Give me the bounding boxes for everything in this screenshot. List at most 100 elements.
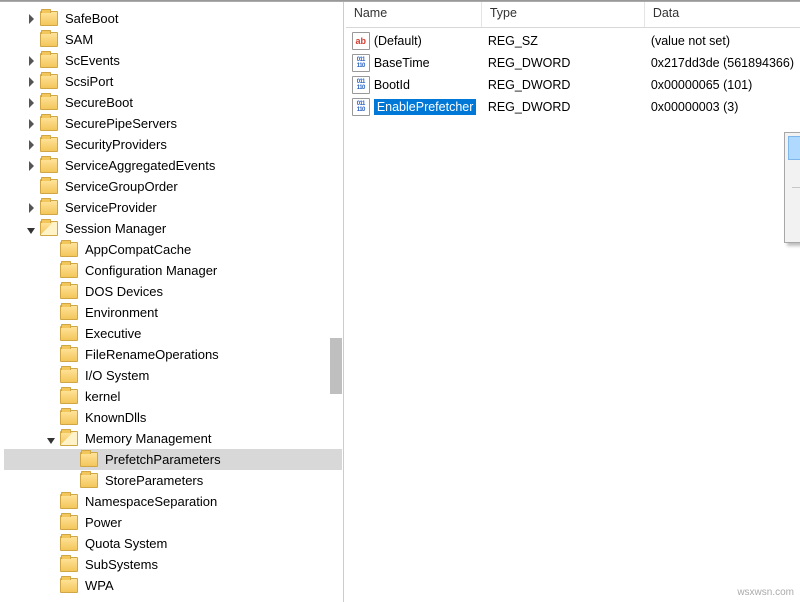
- context-menu: Modify... Modify Binary Data... Delete R…: [784, 132, 800, 243]
- tree-node[interactable]: WPA: [4, 575, 342, 596]
- folder-icon: [80, 452, 98, 467]
- value-name: (Default): [374, 34, 422, 48]
- tree-label: SafeBoot: [62, 9, 122, 28]
- tree-label: ServiceGroupOrder: [62, 177, 181, 196]
- chevron-down-icon[interactable]: [44, 434, 58, 444]
- chevron-down-icon[interactable]: [24, 224, 38, 234]
- folder-icon: [60, 347, 78, 362]
- tree-node[interactable]: ScsiPort: [4, 71, 342, 92]
- tree-label: Session Manager: [62, 219, 169, 238]
- tree-label: ServiceProvider: [62, 198, 160, 217]
- tree-label: AppCompatCache: [82, 240, 194, 259]
- tree-label: Configuration Manager: [82, 261, 220, 280]
- tree-node[interactable]: I/O System: [4, 365, 342, 386]
- registry-editor-window: KEY_LOCAL_MACHINE\SYSTEM\CurrentControlS…: [0, 0, 800, 602]
- tree-node[interactable]: StoreParameters: [4, 470, 342, 491]
- chevron-right-icon[interactable]: [24, 55, 38, 66]
- folder-icon: [40, 11, 58, 26]
- tree-node[interactable]: SecurePipeServers: [4, 113, 342, 134]
- tree-label: DOS Devices: [82, 282, 166, 301]
- folder-icon: [60, 536, 78, 551]
- value-name: BootId: [374, 78, 410, 92]
- tree-label: Executive: [82, 324, 144, 343]
- tree-node[interactable]: Quota System: [4, 533, 342, 554]
- tree-label: StoreParameters: [102, 471, 206, 490]
- value-type: REG_DWORD: [482, 100, 645, 114]
- folder-icon: [40, 32, 58, 47]
- main-pane: SafeBootSAMScEventsScsiPortSecureBootSec…: [0, 2, 800, 602]
- tree-node[interactable]: ServiceProvider: [4, 197, 342, 218]
- folder-icon: [60, 242, 78, 257]
- tree-label: FileRenameOperations: [82, 345, 222, 364]
- tree-label: NamespaceSeparation: [82, 492, 220, 511]
- watermark: wsxwsn.com: [737, 587, 794, 598]
- tree-label: Power: [82, 513, 125, 532]
- scrollbar-thumb[interactable]: [330, 338, 342, 394]
- chevron-right-icon[interactable]: [24, 13, 38, 24]
- tree-node[interactable]: Executive: [4, 323, 342, 344]
- tree-label: I/O System: [82, 366, 152, 385]
- chevron-right-icon[interactable]: [24, 160, 38, 171]
- menu-modify-binary[interactable]: Modify Binary Data...: [788, 160, 800, 184]
- folder-icon: [60, 368, 78, 383]
- folder-icon: [40, 74, 58, 89]
- folder-icon: [60, 284, 78, 299]
- chevron-right-icon[interactable]: [24, 202, 38, 213]
- value-data: 0x217dd3de (561894366): [645, 56, 800, 70]
- col-data[interactable]: Data: [645, 2, 800, 27]
- tree-node[interactable]: KnownDlls: [4, 407, 342, 428]
- tree-node[interactable]: SecureBoot: [4, 92, 342, 113]
- tree-node[interactable]: ServiceAggregatedEvents: [4, 155, 342, 176]
- chevron-right-icon[interactable]: [24, 118, 38, 129]
- tree-node[interactable]: Session Manager: [4, 218, 342, 239]
- string-value-icon: ab: [352, 32, 370, 50]
- tree-node[interactable]: SecurityProviders: [4, 134, 342, 155]
- tree-node[interactable]: SAM: [4, 29, 342, 50]
- binary-value-icon: 011110: [352, 54, 370, 72]
- value-rows[interactable]: ab(Default)REG_SZ(value not set)011110Ba…: [346, 28, 800, 602]
- tree-node[interactable]: SubSystems: [4, 554, 342, 575]
- folder-icon: [40, 179, 58, 194]
- menu-modify[interactable]: Modify...: [788, 136, 800, 160]
- tree-node[interactable]: PrefetchParameters: [4, 449, 342, 470]
- col-type[interactable]: Type: [482, 2, 645, 27]
- folder-icon: [40, 158, 58, 173]
- tree-node[interactable]: Power: [4, 512, 342, 533]
- tree-label: Environment: [82, 303, 161, 322]
- list-header: Name Type Data: [346, 2, 800, 28]
- tree-node[interactable]: ScEvents: [4, 50, 342, 71]
- menu-delete[interactable]: Delete: [788, 191, 800, 215]
- tree-node[interactable]: ServiceGroupOrder: [4, 176, 342, 197]
- tree-node[interactable]: kernel: [4, 386, 342, 407]
- tree-label: Memory Management: [82, 429, 214, 448]
- tree-node[interactable]: Environment: [4, 302, 342, 323]
- value-row[interactable]: 011110EnablePrefetcherREG_DWORD0x0000000…: [346, 96, 800, 118]
- tree-node[interactable]: Memory Management: [4, 428, 342, 449]
- col-name[interactable]: Name: [346, 2, 482, 27]
- tree-label: SecurePipeServers: [62, 114, 180, 133]
- value-row[interactable]: 011110BaseTimeREG_DWORD0x217dd3de (56189…: [346, 52, 800, 74]
- folder-icon: [80, 473, 98, 488]
- folder-icon: [60, 494, 78, 509]
- list-pane: Name Type Data ab(Default)REG_SZ(value n…: [346, 2, 800, 602]
- tree-label: SubSystems: [82, 555, 161, 574]
- binary-value-icon: 011110: [352, 76, 370, 94]
- folder-icon: [60, 389, 78, 404]
- tree-node[interactable]: DOS Devices: [4, 281, 342, 302]
- menu-rename[interactable]: Rename: [788, 215, 800, 239]
- tree-pane[interactable]: SafeBootSAMScEventsScsiPortSecureBootSec…: [0, 2, 342, 602]
- tree-label: SAM: [62, 30, 96, 49]
- chevron-right-icon[interactable]: [24, 139, 38, 150]
- tree-node[interactable]: AppCompatCache: [4, 239, 342, 260]
- folder-icon: [60, 431, 78, 446]
- tree-node[interactable]: SafeBoot: [4, 8, 342, 29]
- chevron-right-icon[interactable]: [24, 76, 38, 87]
- tree-node[interactable]: Configuration Manager: [4, 260, 342, 281]
- chevron-right-icon[interactable]: [24, 97, 38, 108]
- tree-node[interactable]: NamespaceSeparation: [4, 491, 342, 512]
- value-data: (value not set): [645, 34, 800, 48]
- value-row[interactable]: 011110BootIdREG_DWORD0x00000065 (101): [346, 74, 800, 96]
- value-row[interactable]: ab(Default)REG_SZ(value not set): [346, 30, 800, 52]
- folder-icon: [40, 200, 58, 215]
- tree-node[interactable]: FileRenameOperations: [4, 344, 342, 365]
